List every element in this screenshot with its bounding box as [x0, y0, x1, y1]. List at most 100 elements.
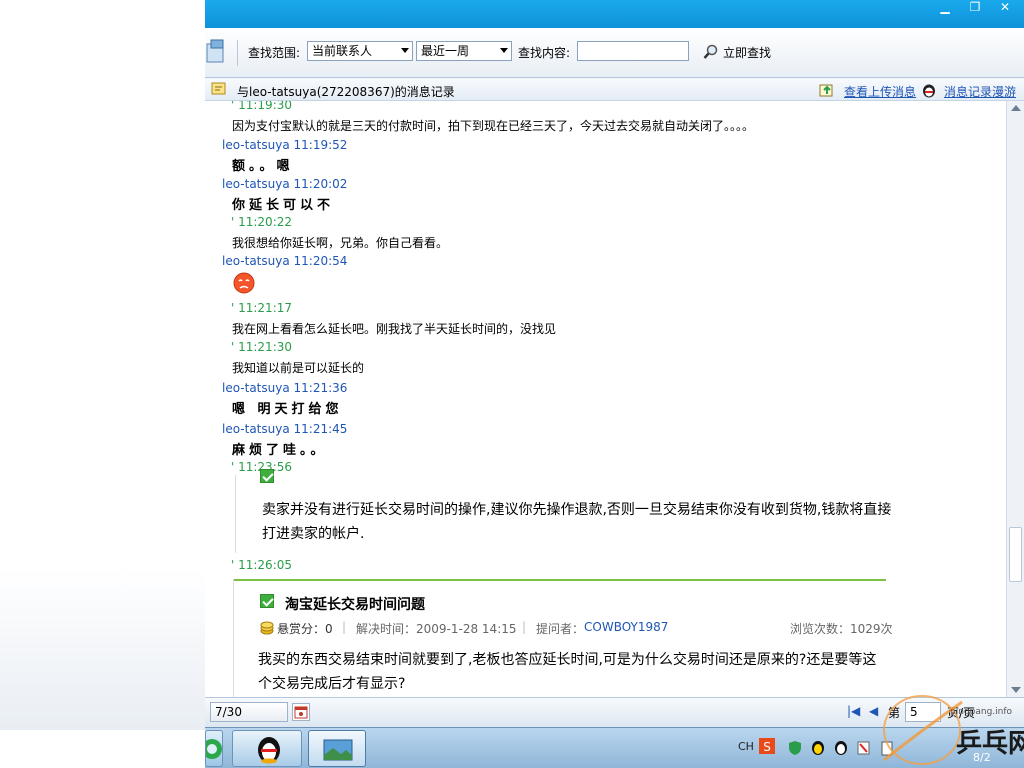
tool-icon[interactable]	[205, 38, 227, 64]
scrollbar-thumb[interactable]	[1009, 527, 1022, 582]
message-text: 嗯 明天打给您	[232, 402, 343, 417]
prev-page-button[interactable]: ◀	[869, 704, 878, 718]
upload-message-icon	[819, 84, 833, 97]
message-item: ' 11:21:17 我在网上看看怎么延长吧。刚我找了半天延长时间的，没找见	[205, 301, 985, 337]
meta-divider: |	[522, 620, 527, 634]
search-content-label: 查找内容:	[518, 46, 571, 60]
question-title[interactable]: 淘宝延长交易时间问题	[285, 594, 425, 614]
message-list: ' 11:19:30 因为支付宝默认的就是三天的付款时间，拍下到现在已经三天了，…	[205, 101, 1006, 697]
message-item: leo-tatsuya 11:21:45 麻烦了哇。。	[205, 422, 985, 458]
scroll-up-arrow[interactable]	[1011, 105, 1021, 111]
calendar-button[interactable]	[292, 703, 310, 721]
meta-divider: |	[342, 620, 347, 634]
coin-icon	[260, 621, 274, 635]
question-meta: 悬赏分：0 | 解决时间：2009-1-28 14:15 | 提问者： COWB…	[260, 620, 893, 638]
message-item: leo-tatsuya 11:20:02 你延长可以不	[205, 177, 985, 213]
contact-select-value: 当前联系人	[312, 44, 373, 58]
chevron-down-icon	[500, 48, 508, 53]
message-item: ' 11:23:56	[205, 460, 985, 474]
shield-icon[interactable]	[787, 740, 803, 756]
asker-link[interactable]: COWBOY1987	[584, 620, 668, 634]
card-accent-line	[234, 579, 886, 581]
asker-label: 提问者：	[536, 622, 585, 636]
message-item: ' 11:20:22 我很想给你延长啊，兄弟。你自己看看。	[205, 215, 985, 251]
page-suffix: 页/页	[947, 706, 976, 720]
search-content-input[interactable]	[577, 41, 689, 61]
message-time: ' 11:23:56	[231, 460, 293, 474]
message-item: leo-tatsuya 11:21:36 嗯 明天打给您	[205, 381, 985, 417]
taskbar: CH S 8/2	[202, 727, 1024, 768]
calendar-icon	[294, 706, 308, 719]
message-time: ' 11:26:05	[231, 558, 293, 572]
message-scrollbar[interactable]	[1006, 101, 1024, 697]
message-text: 我在网上看看怎么延长吧。刚我找了半天延长时间的，没找见	[232, 322, 557, 336]
question-card[interactable]: 淘宝延长交易时间问题 悬赏分：0 | 解决时间：2009-1-28 14:15 …	[233, 579, 893, 697]
qq-penguin-icon	[923, 84, 935, 98]
search-button[interactable]: 立即查找	[703, 42, 771, 62]
message-time: leo-tatsuya 11:20:02	[222, 177, 348, 191]
check-icon	[260, 594, 274, 608]
qq-taskbar-button[interactable]	[232, 730, 302, 767]
message-time: leo-tatsuya 11:19:52	[222, 138, 348, 152]
contact-select[interactable]: 当前联系人	[307, 41, 413, 61]
search-icon	[703, 44, 718, 59]
title-bar: ▁ ❐ ✕	[205, 0, 1024, 28]
first-page-button[interactable]: |◀	[847, 704, 860, 718]
view-uploads-link[interactable]: 查看上传消息	[844, 83, 916, 100]
message-text: 我很想给你延长啊，兄弟。你自己看看。	[232, 236, 449, 250]
message-time: ' 11:21:30	[231, 340, 293, 354]
period-select-value: 最近一周	[421, 44, 470, 58]
message-item: leo-tatsuya 11:20:54	[205, 254, 985, 297]
flag-icon[interactable]	[856, 740, 872, 756]
qq-tray-icon[interactable]	[810, 740, 826, 756]
check-icon	[260, 469, 274, 483]
message-item: ' 11:21:30 我知道以前是可以延长的	[205, 340, 985, 376]
ie-taskbar-button[interactable]	[202, 730, 223, 767]
page-prefix: 第	[888, 706, 901, 720]
close-button[interactable]: ✕	[992, 0, 1018, 16]
message-time: ' 11:19:30	[231, 101, 293, 112]
message-text: 麻烦了哇。。	[232, 443, 328, 458]
clock: 8/2	[973, 751, 991, 764]
clipboard-icon[interactable]	[879, 740, 895, 756]
message-item: ' 11:26:05	[205, 558, 985, 572]
record-title: 与leo-tatsuya(272208367)的消息记录	[237, 85, 455, 99]
maximize-button[interactable]: ❐	[962, 0, 988, 16]
qq-penguin-icon[interactable]	[833, 740, 849, 756]
roaming-link[interactable]: 消息记录漫游	[944, 83, 1016, 100]
search-toolbar: 查找范围: 当前联系人 最近一周 查找内容: 立即查找	[205, 28, 1024, 78]
message-text: 因为支付宝默认的就是三天的付款时间，拍下到现在已经三天了，今天过去交易就自动关闭…	[232, 119, 755, 133]
answer-card: 卖家并没有进行延长交易时间的操作,建议你先操作退款,否则一旦交易结束你没有收到货…	[235, 469, 894, 553]
toolbar-separator	[237, 40, 238, 66]
message-time: leo-tatsuya 11:21:45	[222, 422, 348, 436]
search-range-label: 查找范围:	[248, 46, 301, 60]
message-record-icon	[211, 82, 226, 95]
pager-bar: 7/30 |◀ ◀ 第 5 页/页	[205, 697, 1024, 727]
view-count: 浏览次数：1029次	[790, 622, 893, 636]
record-header: 与leo-tatsuya(272208367)的消息记录 查看上传消息 消息记录…	[205, 79, 1024, 101]
ie-icon	[202, 739, 222, 759]
date-page-field[interactable]: 7/30	[210, 702, 288, 722]
minimize-button[interactable]: ▁	[932, 0, 958, 16]
chevron-down-icon	[401, 48, 409, 53]
left-panel-shade	[0, 78, 205, 730]
window-controls: ▁ ❐ ✕	[932, 0, 1018, 16]
sad-emoji-icon	[233, 272, 255, 294]
message-time: ' 11:20:22	[231, 215, 293, 229]
message-time: leo-tatsuya 11:21:36	[222, 381, 348, 395]
svg-text:S: S	[763, 740, 771, 754]
answer-card-text: 卖家并没有进行延长交易时间的操作,建议你先操作退款,否则一旦交易结束你没有收到货…	[262, 502, 892, 542]
question-body: 我买的东西交易结束时间就要到了,老板也答应延长时间,可是为什么交易时间还是原来的…	[258, 652, 877, 692]
page-number-input[interactable]: 5	[905, 702, 941, 722]
message-time: ' 11:21:17	[231, 301, 293, 315]
scroll-down-arrow[interactable]	[1011, 687, 1021, 693]
picture-viewer-taskbar-button[interactable]	[308, 730, 366, 767]
message-text: 我知道以前是可以延长的	[232, 361, 365, 375]
qq-penguin-icon	[258, 737, 280, 764]
picture-icon	[323, 739, 353, 761]
input-lang-indicator[interactable]: CH	[738, 740, 754, 753]
sogou-ime-icon[interactable]: S	[758, 737, 776, 755]
period-select[interactable]: 最近一周	[416, 41, 512, 61]
search-button-label: 立即查找	[723, 45, 772, 60]
message-item: leo-tatsuya 11:19:52 额。。嗯	[205, 138, 985, 174]
